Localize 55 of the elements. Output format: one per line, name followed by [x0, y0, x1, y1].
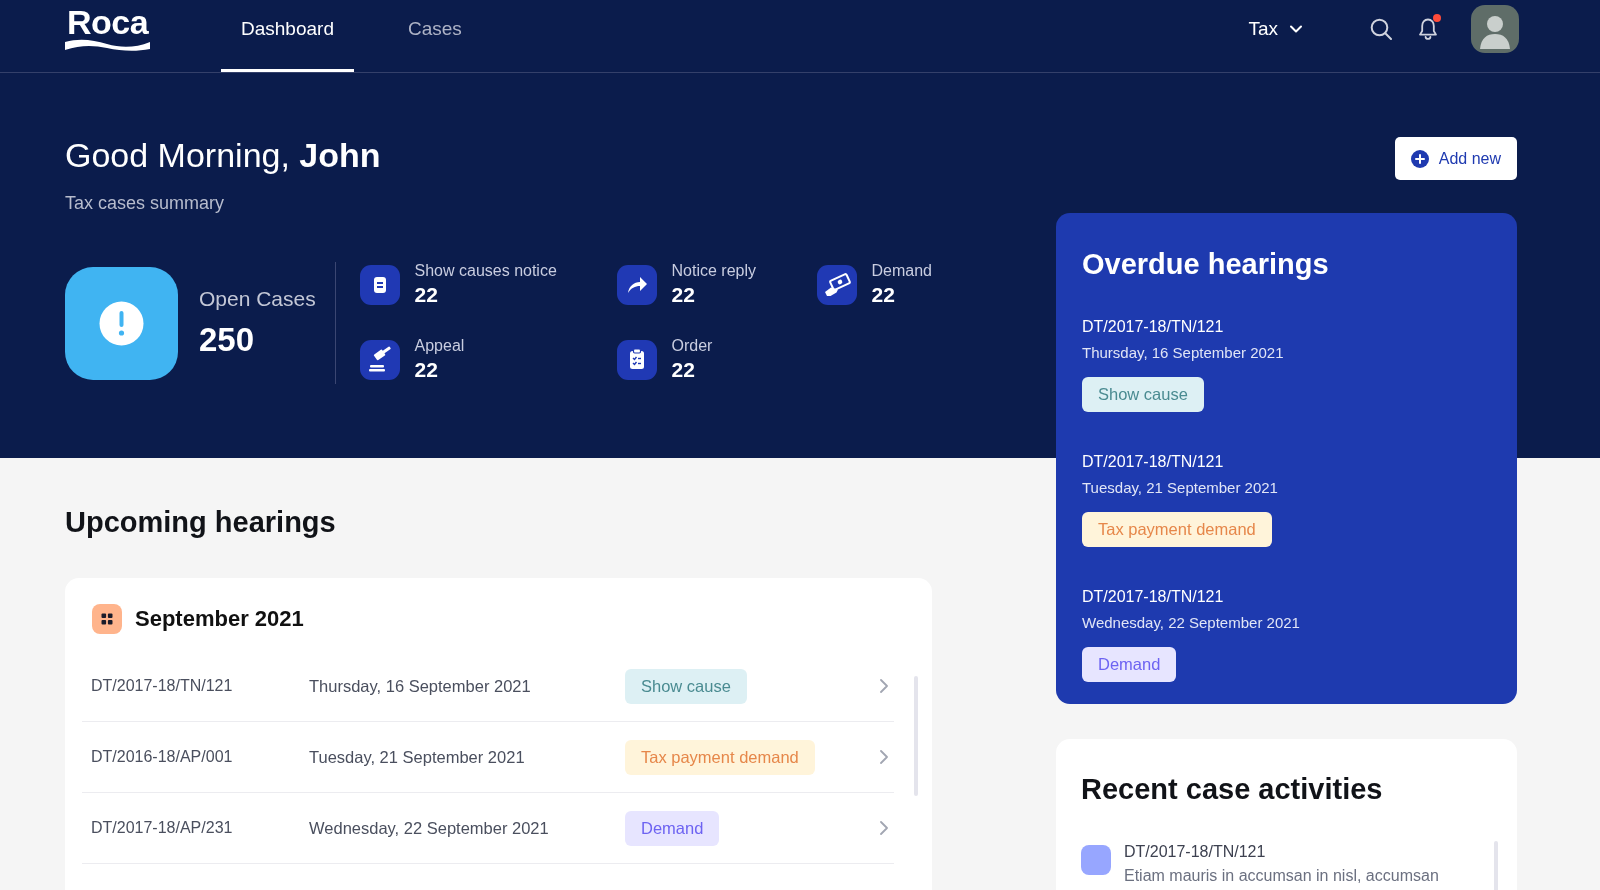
- case-id: DT/2017-18/AP/231: [91, 819, 234, 837]
- stat-count: 22: [414, 357, 438, 382]
- module-dropdown[interactable]: Tax: [1248, 18, 1302, 40]
- section-title: Upcoming hearings: [65, 505, 336, 540]
- grid-icon: [92, 604, 122, 634]
- open-cases-label: Open Cases: [199, 286, 316, 312]
- greeting-title: Good Morning, John: [65, 135, 381, 175]
- case-type-tag: Show cause: [1082, 377, 1204, 412]
- stat-label: Notice reply: [671, 261, 756, 280]
- stat-label: Order: [671, 336, 713, 355]
- case-id: DT/2017-18/TN/121: [1082, 452, 1224, 472]
- search-icon[interactable]: [1370, 18, 1392, 40]
- case-type-tag: Tax payment demand: [1082, 512, 1272, 547]
- case-type-tag: Show cause: [625, 668, 747, 704]
- bell-icon[interactable]: [1418, 17, 1438, 41]
- case-type-tag: Tax payment demand: [625, 739, 815, 775]
- hearing-date: Wednesday, 22 September 2021: [309, 818, 550, 838]
- hearing-date: Tuesday, 21 September 2021: [309, 747, 526, 767]
- case-id: DT/2017-18/TN/121: [91, 677, 234, 695]
- stat-count: 22: [414, 282, 438, 307]
- chevron-down-icon: [1290, 25, 1302, 33]
- hearing-date: Wednesday, 22 September 2021: [1082, 613, 1300, 633]
- chevron-right-icon[interactable]: [880, 750, 888, 764]
- nav-tab[interactable]: Cases: [387, 0, 482, 72]
- stat-count: 22: [871, 282, 895, 307]
- case-id: DT/2017-18/TN/121: [1082, 317, 1224, 337]
- hearing-date: Thursday, 16 September 2021: [309, 676, 532, 696]
- stat-label: Appeal: [414, 336, 465, 355]
- stat-count: 22: [671, 357, 695, 382]
- open-cases-count: 250: [199, 320, 255, 360]
- brand-logo-text[interactable]: Roca: [66, 8, 149, 36]
- stat-label: Show causes notice: [414, 261, 557, 280]
- card-title: Recent case activities: [1081, 772, 1384, 807]
- chevron-right-icon[interactable]: [880, 821, 888, 835]
- hearing-date: Tuesday, 21 September 2021: [1082, 478, 1278, 498]
- card-title: Overdue hearings: [1082, 247, 1329, 282]
- plus-circle-icon: [1410, 149, 1429, 168]
- user-avatar-icon[interactable]: [1471, 5, 1519, 53]
- case-id: DT/2017-18/TN/121: [1124, 842, 1266, 862]
- chevron-right-icon[interactable]: [880, 679, 888, 693]
- greeting-subtitle: Tax cases summary: [65, 192, 225, 215]
- case-type-tag: Demand: [1082, 647, 1177, 682]
- activity-description: Etiam mauris in accumsan in nisl, accumsan: [1124, 866, 1439, 886]
- alert-icon: [65, 266, 178, 380]
- stat-label: Demand: [871, 261, 932, 280]
- activity-marker-icon: [1081, 845, 1111, 875]
- stat-count: 22: [671, 282, 695, 307]
- logo-wave-icon: [65, 38, 150, 51]
- case-id: DT/2017-18/TN/121: [1082, 587, 1224, 607]
- hearing-date: Thursday, 16 September 2021: [1082, 343, 1284, 363]
- month-title: September 2021: [135, 606, 304, 632]
- case-type-tag: Demand: [625, 810, 720, 846]
- add-new-button[interactable]: Add new: [1394, 137, 1517, 180]
- nav-tab[interactable]: Dashboard: [221, 0, 354, 72]
- case-id: DT/2016-18/AP/001: [91, 748, 234, 766]
